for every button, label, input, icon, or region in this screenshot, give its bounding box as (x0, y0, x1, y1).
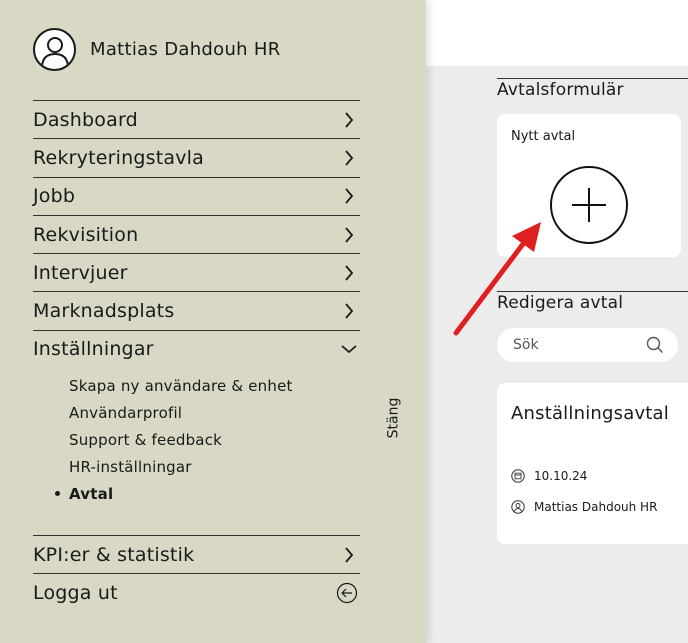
nav-item-rekryteringstavla[interactable]: Rekryteringstavla (33, 138, 360, 176)
contract-card[interactable]: Anställningsavtal 10.10.24 Mattias Dahdo… (497, 383, 688, 544)
contract-author-row: Mattias Dahdouh HR (511, 500, 657, 514)
main-nav: Dashboard Rekryteringstavla Jobb Rekvisi… (33, 100, 360, 368)
new-contract-label: Nytt avtal (511, 129, 576, 144)
contract-title: Anställningsavtal (511, 403, 669, 424)
search-input[interactable] (513, 337, 643, 353)
chevron-right-icon (340, 149, 358, 167)
chevron-right-icon (340, 546, 358, 564)
settings-subnav: Skapa ny användare & enhet Användarprofi… (55, 373, 293, 507)
forms-title: Avtalsformulär (497, 80, 624, 100)
bottom-nav: KPI:er & statistik Logga ut (33, 535, 360, 612)
user-name: Mattias Dahdouh HR (90, 39, 281, 60)
nav-item-label: Dashboard (33, 108, 138, 131)
nav-item-label: KPI:er & statistik (33, 543, 195, 566)
chevron-right-icon (340, 264, 358, 282)
nav-item-label: Inställningar (33, 338, 154, 361)
logout-button[interactable]: Logga ut (33, 573, 360, 611)
user-icon (511, 500, 525, 514)
nav-item-intervjuer[interactable]: Intervjuer (33, 253, 360, 291)
logout-arrow-icon (336, 582, 358, 604)
chevron-right-icon (340, 226, 358, 244)
contract-author: Mattias Dahdouh HR (534, 500, 658, 514)
nav-item-dashboard[interactable]: Dashboard (33, 100, 360, 138)
calendar-icon (511, 469, 525, 483)
subnav-item-support[interactable]: Support & feedback (69, 427, 293, 454)
chevron-right-icon (340, 187, 358, 205)
nav-item-label: Marknadsplats (33, 300, 175, 323)
nav-item-label: Jobb (33, 185, 76, 208)
divider (497, 78, 688, 79)
nav-item-rekvisition[interactable]: Rekvisition (33, 214, 360, 253)
contract-date: 10.10.24 (534, 469, 588, 483)
close-label: Stäng (385, 397, 401, 439)
nav-item-jobb[interactable]: Jobb (33, 176, 360, 215)
annotation-arrow-icon (453, 222, 541, 336)
user-profile[interactable]: Mattias Dahdouh HR (33, 28, 281, 71)
contract-date-row: 10.10.24 (511, 469, 587, 483)
subnav-item-user-profile[interactable]: Användarprofil (69, 400, 293, 427)
chevron-right-icon (340, 111, 358, 129)
search-icon[interactable] (646, 336, 664, 358)
chevron-right-icon (340, 302, 358, 320)
nav-item-label: Intervjuer (33, 261, 128, 284)
nav-item-marknadsplats[interactable]: Marknadsplats (33, 291, 360, 329)
user-icon (33, 28, 76, 71)
nav-item-kpi[interactable]: KPI:er & statistik (33, 535, 360, 573)
sidebar: Mattias Dahdouh HR Dashboard Rekrytering… (0, 0, 426, 643)
top-bar (426, 0, 688, 66)
nav-item-label: Logga ut (33, 581, 118, 604)
subnav-item-hr-settings[interactable]: HR-inställningar (69, 453, 293, 480)
nav-item-label: Rekvisition (33, 223, 139, 246)
nav-item-label: Rekryteringstavla (33, 146, 204, 169)
subnav-item-avtal[interactable]: Avtal (55, 480, 293, 507)
plus-icon[interactable] (550, 166, 628, 244)
chevron-down-icon (340, 340, 358, 358)
close-sidebar-button[interactable]: Stäng (380, 395, 406, 441)
subnav-item-create-user[interactable]: Skapa ny användare & enhet (69, 373, 293, 400)
nav-item-installningar[interactable]: Inställningar (33, 329, 360, 368)
